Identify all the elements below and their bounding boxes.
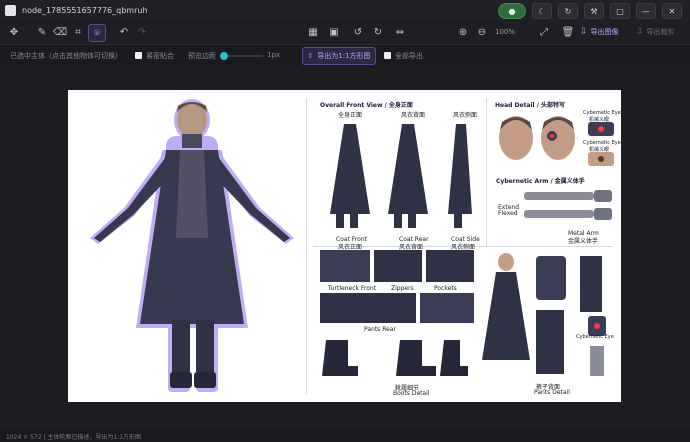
download-icon: ⇩: [580, 27, 588, 37]
zippers-panel: [374, 250, 422, 282]
export-crop-label: 导出裁剪: [646, 28, 675, 36]
front-view-title: Overall Front View / 全身正面: [320, 102, 413, 109]
pockets-label: Pockets: [434, 285, 457, 292]
arm-title: Cybernetic Arm / 金属义体手: [496, 178, 585, 185]
minimize-button[interactable]: —: [636, 3, 656, 19]
pockets-panel: [426, 250, 474, 282]
preview-margin-label: 预览边距: [188, 52, 216, 60]
redo-icon[interactable]: ↷: [134, 24, 150, 40]
boots-detail: [322, 340, 468, 376]
zoom-in-icon[interactable]: ⊕: [455, 24, 471, 40]
rotate-right-icon[interactable]: ↻: [370, 24, 386, 40]
cyber-eye3-label: Cybernetic Eye: [576, 334, 614, 340]
grid-icon[interactable]: ▦: [305, 24, 321, 40]
pants-fabric-panel: [420, 293, 474, 323]
image-icon[interactable]: ▣: [326, 24, 342, 40]
export-image-button[interactable]: ⇩ 导出图像: [580, 24, 630, 40]
turtleneck-label: Turtleneck Front: [328, 285, 377, 292]
rotate-left-icon[interactable]: ↺: [350, 24, 366, 40]
character-figure[interactable]: [88, 98, 298, 394]
turtleneck-panel: [320, 250, 370, 282]
app-logo-icon: [5, 4, 16, 16]
metal-arm-cn: 金属义体手: [568, 238, 599, 245]
toolbar: ✥ ✎ ⌫ ⌗ ⌾ ↶ ↷ ▦ ▣ ↺ ↻ ⇔ ⊕ ⊖ 100% ⤢ 🗑 ⇩ 导…: [0, 20, 690, 45]
vertical-divider: [306, 98, 307, 394]
pants-rear-panel: [320, 293, 416, 323]
export-all-checkbox[interactable]: [384, 52, 391, 59]
coat-views: [330, 124, 472, 228]
refresh-button[interactable]: ↻: [558, 3, 578, 19]
trash-icon[interactable]: 🗑: [560, 24, 576, 40]
export-square-label: 导出为1:1方形图: [317, 52, 371, 60]
margin-slider-thumb[interactable]: [220, 52, 228, 60]
character-body: [94, 102, 290, 388]
pencil-tool-icon[interactable]: ✎: [34, 24, 50, 40]
pants-label: Pants Detail: [534, 389, 570, 396]
status-pill[interactable]: ●: [498, 3, 526, 19]
zoom-level: 100%: [495, 28, 516, 36]
head-detail-title: Head Detail / 头部特写: [495, 102, 565, 109]
eraser-tool-icon[interactable]: ⌫: [52, 24, 68, 40]
export-all-label: 全部导出: [395, 52, 423, 60]
vertical-divider-2: [486, 98, 487, 246]
tight-fit-checkbox[interactable]: [135, 52, 142, 59]
close-button[interactable]: ✕: [662, 3, 682, 19]
cyber-eye-closeup: [588, 122, 614, 136]
move-tool-icon[interactable]: ✥: [6, 24, 22, 40]
tools-button[interactable]: ⚒: [584, 3, 604, 19]
export-crop-button[interactable]: ⇩ 导出裁剪: [636, 24, 688, 40]
fit-icon[interactable]: ⤢: [536, 24, 552, 40]
character-sheet-image[interactable]: Overall Front View / 全身正面 全身正面 风衣背面 风衣侧面…: [68, 90, 621, 402]
pants-rear-label: Pants Rear: [364, 326, 396, 333]
window-title: node_1785551657776_qbmruh: [22, 5, 148, 15]
margin-slider-track[interactable]: [223, 55, 263, 57]
moon-icon[interactable]: ☾: [532, 3, 552, 19]
undo-icon[interactable]: ↶: [116, 24, 132, 40]
upload-icon: ⇧: [307, 52, 314, 60]
boots-label: Boots Detail: [393, 390, 430, 397]
tight-fit-toggle[interactable]: 紧密贴合: [135, 51, 174, 61]
subject-select-tool-icon[interactable]: ⌾: [88, 24, 106, 42]
export-image-label: 导出图像: [590, 28, 619, 36]
flexed-label: Flexed: [498, 210, 518, 217]
options-bar: 已选中主体（点击其他物体可切换） 紧密贴合 预览边距 1px ⇧ 导出为1:1方…: [0, 45, 690, 67]
selection-hint: 已选中主体（点击其他物体可切换）: [10, 52, 122, 60]
flip-icon[interactable]: ⇔: [392, 24, 408, 40]
status-text: 1024 × 572 | 主体轮廓已描述，导出为1:1方形图: [6, 434, 142, 441]
crop-tool-icon[interactable]: ⌗: [70, 24, 86, 40]
margin-value: 1px: [267, 51, 281, 59]
status-bar: 1024 × 572 | 主体轮廓已描述，导出为1:1方形图: [0, 430, 690, 442]
cybernetic-arm: [524, 190, 612, 220]
export-square-button[interactable]: ⇧ 导出为1:1方形图: [302, 47, 376, 65]
titlebar-controls: ● ☾ ↻ ⚒ □ — ✕: [498, 3, 682, 19]
outfit-detail: [482, 253, 606, 376]
title-bar: node_1785551657776_qbmruh ● ☾ ↻ ⚒ □ — ✕: [0, 0, 690, 20]
zippers-label: Zippers: [391, 285, 414, 292]
tight-fit-label: 紧密贴合: [146, 52, 174, 60]
head-portraits: [499, 116, 575, 160]
crop-export-icon: ⇩: [636, 27, 644, 37]
restore-button[interactable]: □: [610, 3, 630, 19]
zoom-out-icon[interactable]: ⊖: [474, 24, 490, 40]
natural-eye-closeup: [588, 152, 614, 166]
export-all-toggle[interactable]: 全部导出: [384, 51, 423, 61]
